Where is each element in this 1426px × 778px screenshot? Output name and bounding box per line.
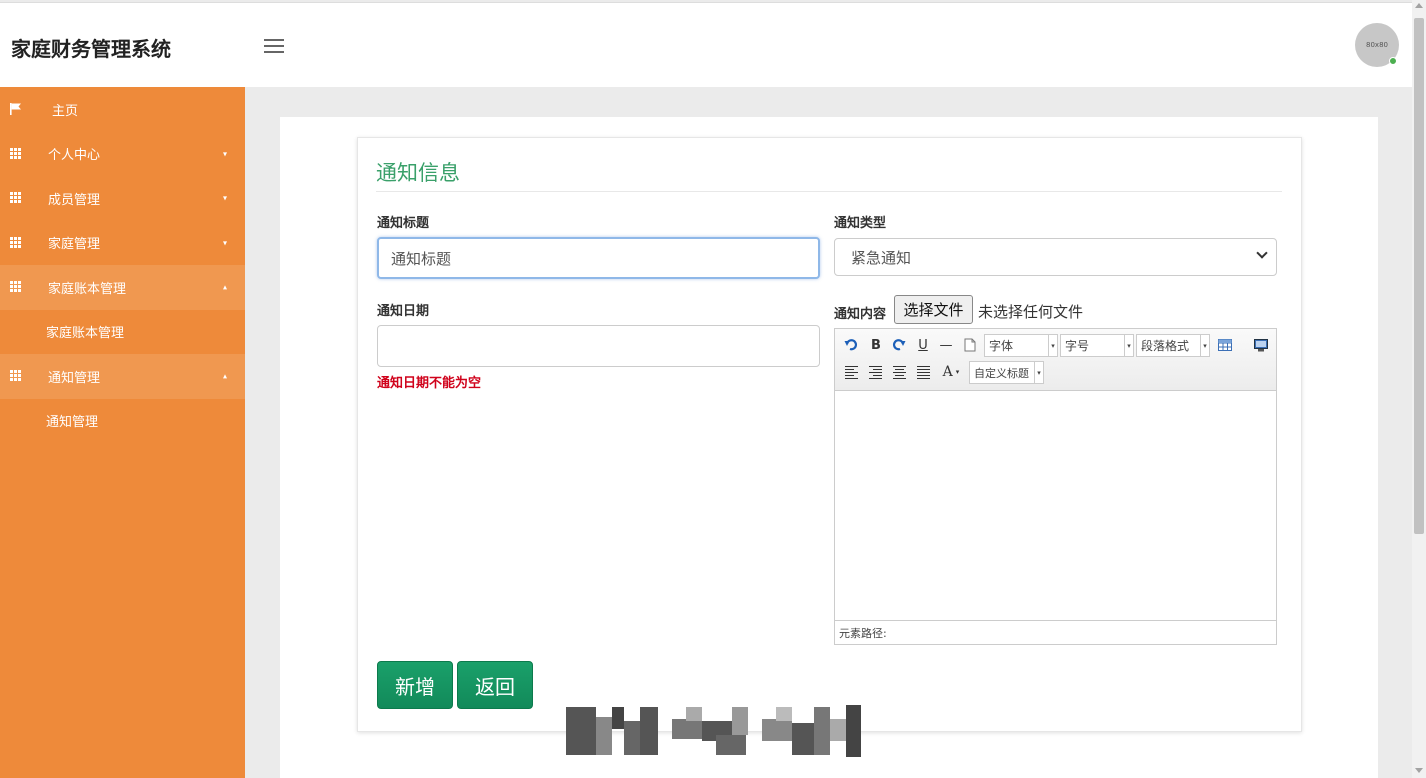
custom-title-value: 自定义标题 xyxy=(974,366,1029,380)
grid-icon xyxy=(10,281,24,293)
align-justify-icon[interactable] xyxy=(915,364,931,380)
grid-icon xyxy=(10,236,24,249)
font-color-label: A xyxy=(942,364,953,380)
redacted-watermark xyxy=(566,705,861,759)
horizontal-rule-button[interactable]: — xyxy=(937,336,955,354)
dropdown-arrow-icon: ▾ xyxy=(955,368,960,376)
sidebar-subitem-notice-management[interactable]: 通知管理 xyxy=(0,399,245,444)
dropdown-arrow-icon: ▾ xyxy=(1200,335,1209,356)
dropdown-arrow-icon: ▾ xyxy=(1048,335,1057,356)
grid-icon xyxy=(10,192,24,204)
font-size-select[interactable]: 字号 ▾ xyxy=(1060,334,1134,357)
bold-button[interactable]: B xyxy=(867,336,885,354)
menu-toggle-icon[interactable] xyxy=(264,39,284,55)
flag-icon xyxy=(10,103,24,116)
sidebar-item-label: 个人中心 xyxy=(48,148,101,164)
caret-up-icon: ▴ xyxy=(223,282,228,292)
sidebar-item-label: 主页 xyxy=(52,103,79,119)
dropdown-arrow-icon: ▾ xyxy=(1034,362,1043,383)
new-document-icon[interactable] xyxy=(962,336,978,354)
preview-icon[interactable] xyxy=(1252,336,1270,354)
notice-type-select[interactable]: 紧急通知 xyxy=(834,238,1277,276)
chevron-down-icon xyxy=(1256,247,1268,259)
top-header: 家庭财务管理系统 xyxy=(0,2,1412,87)
sidebar-item-notice-management[interactable]: 通知管理 ▴ xyxy=(0,354,245,399)
sidebar-item-label: 家庭账本管理 xyxy=(48,281,127,297)
sidebar-item-member-management[interactable]: 成员管理 ▾ xyxy=(0,176,245,221)
caret-down-icon: ▾ xyxy=(223,193,228,203)
title-divider xyxy=(376,191,1282,192)
add-button[interactable]: 新增 xyxy=(377,661,453,709)
paragraph-format-select[interactable]: 段落格式 ▾ xyxy=(1136,334,1210,357)
notice-type-value: 紧急通知 xyxy=(851,248,912,267)
sidebar-item-label: 家庭管理 xyxy=(48,237,101,253)
sidebar-item-ledger-management[interactable]: 家庭账本管理 ▴ xyxy=(0,265,245,310)
sidebar-subitem-ledger-management[interactable]: 家庭账本管理 xyxy=(0,310,245,355)
sidebar-item-personal-center[interactable]: 个人中心 ▾ xyxy=(0,132,245,177)
online-status-dot xyxy=(1389,57,1397,65)
scrollbar-thumb[interactable] xyxy=(1414,18,1424,534)
sidebar-item-family-management[interactable]: 家庭管理 ▾ xyxy=(0,221,245,266)
sidebar: 主页 个人中心 ▾ 成员管理 ▾ 家庭管理 ▾ 家庭账本管理 ▴ 家庭账本管理 … xyxy=(0,87,245,778)
back-button[interactable]: 返回 xyxy=(457,661,533,709)
file-status-text: 未选择任何文件 xyxy=(978,303,1084,321)
font-family-select[interactable]: 字体 ▾ xyxy=(984,334,1058,357)
caret-down-icon: ▾ xyxy=(223,149,228,159)
grid-icon xyxy=(10,147,24,160)
custom-title-select[interactable]: 自定义标题 ▾ xyxy=(969,361,1044,384)
font-family-value: 字体 xyxy=(989,339,1014,353)
redo-icon[interactable] xyxy=(890,336,908,354)
align-right-icon[interactable] xyxy=(867,364,883,380)
table-icon[interactable] xyxy=(1216,336,1234,354)
notice-title-input[interactable] xyxy=(377,237,820,279)
caret-up-icon: ▴ xyxy=(223,371,228,381)
paragraph-format-value: 段落格式 xyxy=(1141,339,1190,353)
choose-file-button[interactable]: 选择文件 xyxy=(894,295,973,324)
align-center-icon[interactable] xyxy=(891,364,907,380)
notice-type-label: 通知类型 xyxy=(834,216,887,231)
align-left-icon[interactable] xyxy=(843,364,859,380)
undo-icon[interactable] xyxy=(842,336,860,354)
sidebar-item-label: 通知管理 xyxy=(48,370,101,386)
page-title: 通知信息 xyxy=(376,161,460,185)
element-path-label: 元素路径: xyxy=(839,626,887,640)
sidebar-item-home[interactable]: 主页 xyxy=(0,87,245,132)
notice-date-input[interactable] xyxy=(377,325,820,367)
sidebar-item-label: 成员管理 xyxy=(48,192,101,208)
notice-content-label: 通知内容 xyxy=(834,307,887,322)
notice-date-error: 通知日期不能为空 xyxy=(377,376,482,391)
element-path-bar: 元素路径: xyxy=(835,620,1276,644)
notice-date-label: 通知日期 xyxy=(377,304,430,319)
scroll-up-arrow-icon[interactable] xyxy=(1415,3,1423,8)
notice-title-label: 通知标题 xyxy=(377,216,430,231)
caret-down-icon: ▾ xyxy=(223,238,228,248)
scroll-down-arrow-icon[interactable] xyxy=(1415,768,1423,773)
app-title: 家庭财务管理系统 xyxy=(11,37,171,61)
grid-icon xyxy=(10,370,24,382)
underline-button[interactable]: U xyxy=(914,336,932,354)
font-color-button[interactable]: A ▾ xyxy=(939,363,963,381)
font-size-value: 字号 xyxy=(1065,339,1090,353)
dropdown-arrow-icon: ▾ xyxy=(1124,335,1133,356)
